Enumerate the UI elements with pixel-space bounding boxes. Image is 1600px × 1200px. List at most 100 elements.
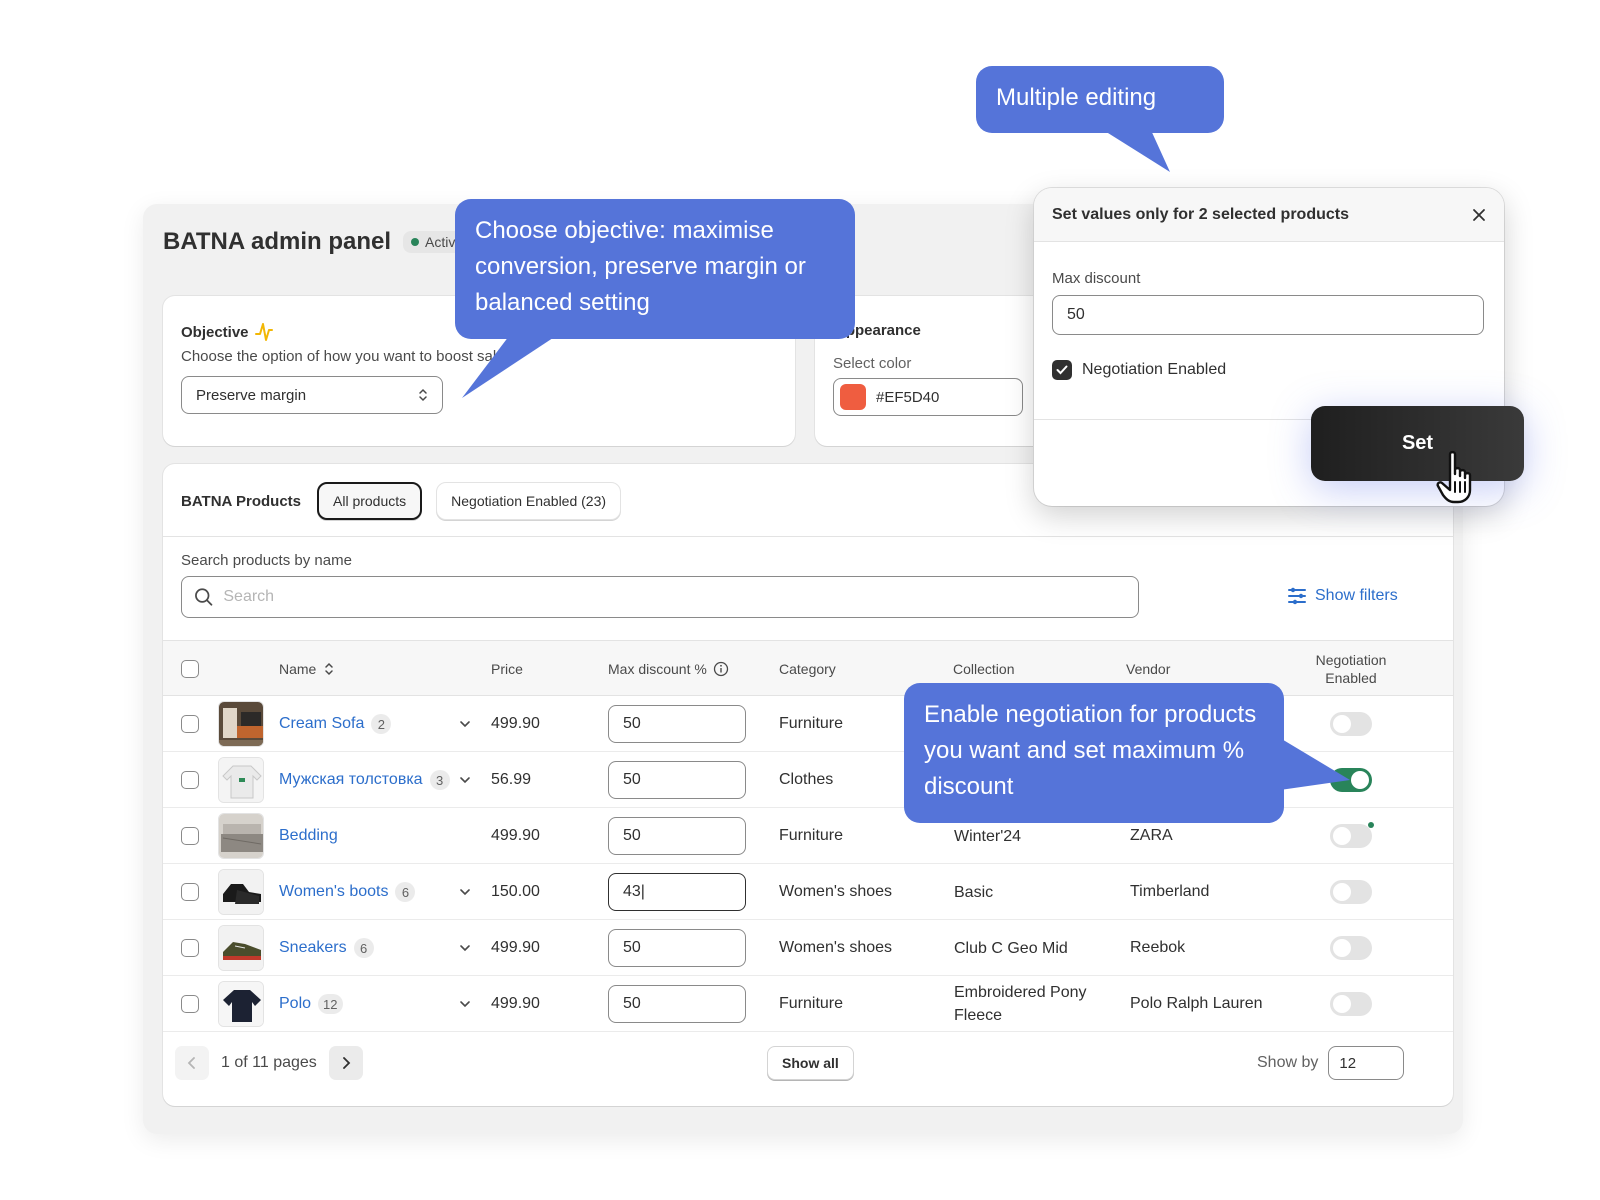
tab-negotiation-enabled[interactable]: Negotiation Enabled (23) — [436, 482, 622, 520]
product-name-link[interactable]: Women's boots — [279, 883, 388, 901]
chevron-down-icon[interactable] — [459, 886, 471, 898]
close-icon[interactable] — [1472, 208, 1486, 222]
prev-page-button[interactable] — [175, 1046, 209, 1080]
toggle-knob — [1333, 827, 1351, 845]
modal-title: Set values only for 2 selected products — [1052, 205, 1349, 223]
product-name-link[interactable]: Мужская толстовка — [279, 771, 423, 789]
product-name-link[interactable]: Polo — [279, 995, 311, 1013]
objective-title-label: Objective — [181, 323, 249, 341]
row-checkbox[interactable] — [181, 939, 199, 957]
variant-count-badge: 6 — [353, 938, 374, 958]
info-icon[interactable] — [713, 661, 729, 677]
search-label: Search products by name — [181, 552, 352, 569]
next-page-button[interactable] — [328, 1046, 363, 1080]
variant-count-badge: 6 — [395, 882, 416, 902]
toggle-knob — [1351, 771, 1369, 789]
negotiation-toggle[interactable] — [1330, 712, 1372, 736]
discount-cell: 50 — [608, 920, 746, 976]
show-by-input[interactable]: 12 — [1328, 1046, 1405, 1080]
chevron-right-icon — [342, 1057, 351, 1069]
row-checkbox[interactable] — [181, 827, 199, 845]
col-name[interactable]: Name — [279, 641, 336, 697]
table-row[interactable]: Women's boots 6 150.00 43| Women's shoes… — [163, 864, 1453, 920]
color-swatch[interactable] — [840, 384, 866, 410]
toggle-knob — [1333, 883, 1351, 901]
vendor-cell: Timberland — [1130, 883, 1210, 900]
set-button[interactable]: Set — [1311, 406, 1524, 481]
negotiation-checkbox-row[interactable]: Negotiation Enabled — [1052, 360, 1226, 380]
category-cell: Clothes — [779, 771, 834, 788]
col-max-discount-label: Max discount % — [608, 661, 707, 677]
search-input[interactable] — [223, 588, 1126, 606]
callout-multiple-editing: Multiple editing — [976, 66, 1224, 133]
chevron-down-icon[interactable] — [459, 718, 471, 730]
objective-select[interactable]: Preserve margin — [181, 376, 443, 414]
negotiation-checkbox[interactable] — [1052, 360, 1072, 380]
thumb-cell — [218, 752, 264, 808]
divider — [163, 536, 1453, 537]
max-discount-input[interactable]: 50 — [608, 817, 746, 855]
product-name-link[interactable]: Sneakers — [279, 939, 347, 957]
max-discount-input[interactable]: 50 — [1052, 295, 1484, 335]
max-discount-input[interactable]: 43| — [608, 873, 746, 911]
negotiation-toggle[interactable] — [1330, 880, 1372, 904]
page-title: BATNA admin panel — [163, 228, 392, 255]
max-discount-input[interactable]: 50 — [608, 985, 746, 1023]
chevron-down-icon[interactable] — [459, 774, 471, 786]
show-by: Show by 12 — [1257, 1046, 1405, 1080]
search-icon — [195, 588, 213, 606]
row-checkbox-cell — [181, 808, 199, 864]
products-header: BATNA Products All products Negotiation … — [181, 482, 622, 520]
negotiation-cell — [1330, 976, 1372, 1032]
negotiation-cell — [1330, 808, 1372, 864]
show-filters-button[interactable]: Show filters — [1287, 586, 1398, 606]
category-cell: Furniture — [779, 827, 844, 844]
name-cell: Sneakers 6 — [279, 920, 374, 976]
vendor-cell: Polo Ralph Lauren — [1130, 995, 1263, 1012]
row-checkbox[interactable] — [181, 883, 199, 901]
page-header: BATNA admin panel Activ — [163, 228, 464, 256]
spark-icon — [254, 323, 273, 341]
discount-cell: 50 — [608, 808, 746, 864]
product-name-link[interactable]: Cream Sofa — [279, 715, 364, 733]
row-checkbox-cell — [181, 976, 199, 1032]
category-cell: Women's shoes — [779, 939, 893, 956]
name-cell: Bedding — [279, 808, 338, 864]
show-all-button[interactable]: Show all — [767, 1046, 854, 1080]
max-discount-input[interactable]: 50 — [608, 705, 746, 743]
chevron-left-icon — [187, 1057, 195, 1069]
variant-count-badge: 3 — [429, 770, 450, 790]
product-thumbnail — [218, 869, 264, 915]
negotiation-toggle[interactable] — [1330, 824, 1372, 848]
select-all-checkbox[interactable] — [181, 660, 199, 678]
row-checkbox[interactable] — [181, 771, 199, 789]
name-cell: Cream Sofa 2 — [279, 696, 392, 752]
collection-cell: Club C Geo Mid — [954, 939, 1068, 957]
thumb-cell — [218, 920, 264, 976]
chevron-down-icon[interactable] — [459, 942, 471, 954]
negotiation-checkbox-label: Negotiation Enabled — [1082, 361, 1227, 378]
tab-all-products[interactable]: All products — [317, 482, 423, 520]
search-box[interactable] — [181, 576, 1139, 618]
color-field[interactable]: #EF5D40 — [833, 378, 1023, 416]
objective-title: Objective — [181, 322, 273, 342]
max-discount-input[interactable]: 50 — [608, 761, 746, 799]
table-row[interactable]: Sneakers 6 499.90 50 Women's shoes Club … — [163, 920, 1453, 976]
collection-cell: Basic — [954, 883, 994, 901]
table-row[interactable]: Polo 12 499.90 50 Furniture Embroidered … — [163, 976, 1453, 1032]
vendor-cell: Reebok — [1130, 939, 1186, 956]
row-checkbox[interactable] — [181, 715, 199, 733]
row-checkbox[interactable] — [181, 995, 199, 1013]
hand-pointer-icon — [1436, 450, 1472, 504]
negotiation-toggle[interactable] — [1330, 992, 1372, 1016]
price-cell: 499.90 — [491, 939, 540, 956]
product-name-link[interactable]: Bedding — [279, 827, 338, 845]
max-discount-input[interactable]: 50 — [608, 929, 746, 967]
thumb-cell — [218, 864, 264, 920]
sort-icon — [325, 662, 334, 676]
toggle-knob — [1333, 995, 1351, 1013]
color-value: #EF5D40 — [876, 388, 940, 406]
negotiation-toggle[interactable] — [1330, 936, 1372, 960]
select-arrows-icon — [419, 388, 427, 402]
chevron-down-icon[interactable] — [459, 998, 471, 1010]
